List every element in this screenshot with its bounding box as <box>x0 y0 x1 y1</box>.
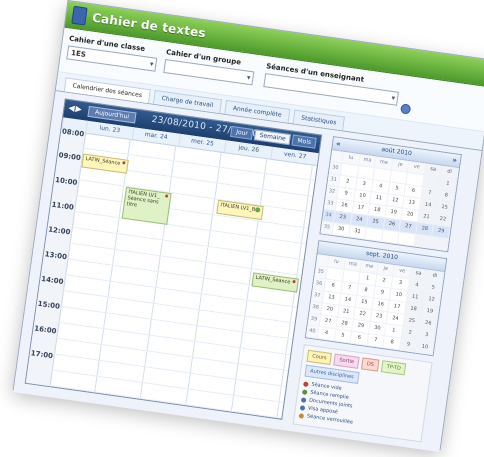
hour-label: 13:00 <box>44 250 68 262</box>
mini-calendar-september: sept. 2010 lu ma me je ve sa di 35 1 2 3… <box>304 240 448 357</box>
category-tag[interactable]: Cours <box>306 349 333 366</box>
mini-calendar-day[interactable]: 10 <box>416 340 435 356</box>
hour-label: 12:00 <box>47 225 71 237</box>
hour-label: 10:00 <box>54 175 78 187</box>
group-filter: Cahier d'un groupe <box>163 48 256 86</box>
mini-calendar-day[interactable]: 30 <box>332 223 351 238</box>
screenshot-stage: Cahier de textes Cahier d'une classe 1ES… <box>0 0 484 457</box>
event-title: LATIN_Séance <box>255 274 291 286</box>
mini-calendar-august: « août 2010 » lu ma me je ve sa di 30 1 … <box>319 136 462 253</box>
hour-label: 14:00 <box>40 274 64 286</box>
category-tag[interactable]: TP-TD <box>380 360 407 376</box>
today-button[interactable]: Aujourd'hui <box>87 105 137 124</box>
mini-calendar-day[interactable] <box>430 236 449 252</box>
empty-session-icon <box>122 161 126 165</box>
hour-label: 15:00 <box>37 299 61 311</box>
empty-session-icon <box>164 194 169 198</box>
filled-session-icon <box>301 388 308 395</box>
month-view-button[interactable]: Mois <box>291 134 317 149</box>
hour-label: 17:00 <box>30 349 54 361</box>
weekly-calendar: ◀▶ Aujourd'hui 23/08/2010 - 27/08/2010 J… <box>24 98 323 420</box>
attachment-icon <box>300 396 307 403</box>
hour-label: 11:00 <box>51 200 75 212</box>
mini-calendar-grid: lu ma me je ve sa di 35 1 2 3 4 5 36 6 7… <box>305 254 445 356</box>
event-title: ITALIEN LV1_B <box>220 202 256 213</box>
mini-calendar-day[interactable]: 8 <box>383 336 402 351</box>
hour-label: 09:00 <box>58 151 82 163</box>
legend-panel: Cours Sortie DS TP-TD Autres disciplines… <box>292 344 433 443</box>
event-title: ITALIEN LV1_ Séance sans titre <box>126 189 161 209</box>
calendar-event[interactable]: LATIN_Séance <box>251 272 299 293</box>
hour-label: 16:00 <box>33 324 57 336</box>
category-tag[interactable]: Sortie <box>333 353 360 369</box>
lock-icon <box>298 412 305 419</box>
main-content: ◀▶ Aujourd'hui 23/08/2010 - 27/08/2010 J… <box>13 91 482 452</box>
empty-session-icon <box>292 279 296 284</box>
calendar-event[interactable]: LATIN_Séance <box>81 153 129 174</box>
week-view-button[interactable]: Semaine <box>253 129 292 146</box>
class-filter: Cahier d'une classe 1ES <box>66 34 159 72</box>
mini-calendar-grid: lu ma me je ve sa di 30 1 31 2 3 4 5 6 7… <box>320 150 459 252</box>
gear-icon <box>254 207 261 213</box>
mini-calendar-day[interactable]: 5 <box>334 329 353 344</box>
empty-session-icon <box>303 380 309 387</box>
calendar-event[interactable]: ITALIEN LV1_B <box>216 199 264 221</box>
calendar-navigation-icon[interactable]: ◀▶ <box>68 103 83 114</box>
mini-calendar-day[interactable] <box>365 227 384 242</box>
mini-calendar-day[interactable]: 9 <box>399 338 418 353</box>
mini-calendar-day[interactable]: 7 <box>366 334 386 349</box>
settings-icon[interactable] <box>399 103 412 115</box>
event-title: LATIN_Séance <box>85 155 121 167</box>
mini-calendar-day[interactable]: 4 <box>317 327 336 342</box>
mini-calendar-day[interactable] <box>398 232 417 247</box>
calendar-event[interactable]: ITALIEN LV1_ Séance sans titre <box>121 186 172 225</box>
category-tag[interactable]: DS <box>361 357 380 372</box>
application-window: Cahier de textes Cahier d'une classe 1ES… <box>12 0 484 452</box>
mini-calendar-day[interactable] <box>381 230 400 245</box>
book-icon <box>71 5 88 26</box>
visa-icon <box>299 404 306 411</box>
calendar-grid[interactable]: LATIN_Séance ITALIEN LV1_ Séance sans ti… <box>49 132 317 419</box>
mini-calendar-day[interactable]: 6 <box>350 331 369 346</box>
day-view-button[interactable]: Jour <box>230 125 254 140</box>
mini-calendar-day[interactable]: 31 <box>348 225 367 240</box>
right-sidebar: « août 2010 » lu ma me je ve sa di 30 1 … <box>292 136 462 443</box>
mini-calendar-day[interactable] <box>414 234 433 249</box>
